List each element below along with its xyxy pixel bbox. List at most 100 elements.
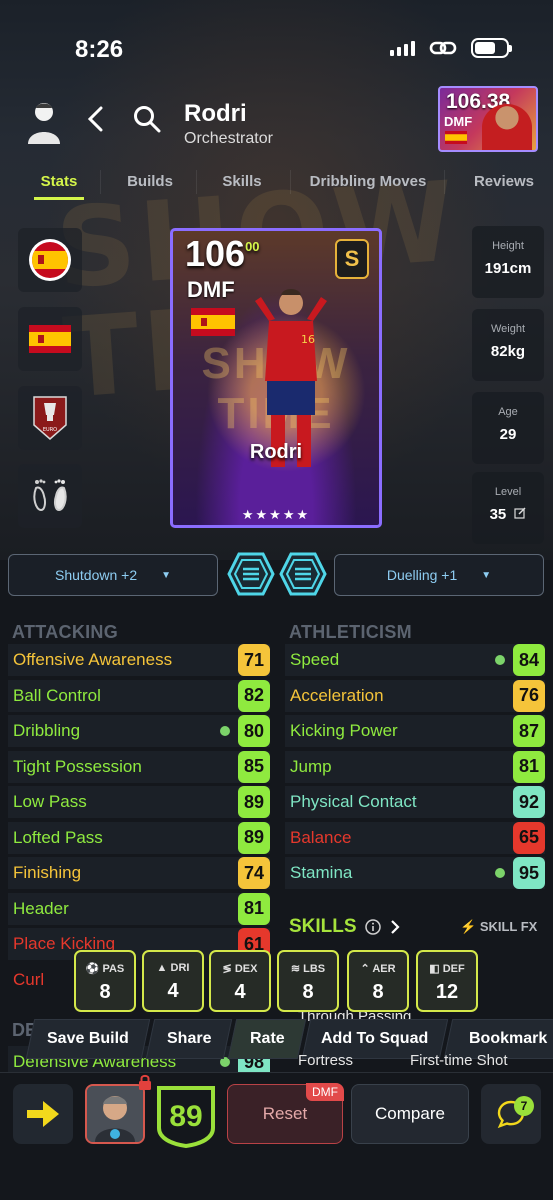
stat-dot: [495, 655, 505, 665]
stat-name: Kicking Power: [290, 721, 398, 740]
rate-button[interactable]: Rate: [227, 1019, 307, 1059]
overlay-key: ≋ LBS: [290, 963, 326, 975]
stat-value: 71: [238, 644, 270, 676]
overlay-pas[interactable]: ⚽ PAS 8: [74, 950, 136, 1012]
level-label: Level: [494, 486, 522, 498]
right-skill-label: Duelling +1: [386, 567, 458, 583]
player-name: Rodri: [184, 100, 247, 127]
skill-fortress[interactable]: Fortress: [298, 1052, 353, 1069]
national-team-tile[interactable]: [18, 307, 82, 371]
age-label: Age: [498, 406, 518, 418]
stat-value: 85: [238, 750, 270, 783]
card-spain-flag-icon: [191, 308, 235, 336]
skills-header[interactable]: SKILLS: [289, 916, 401, 938]
info-icon[interactable]: [364, 919, 381, 935]
overlay-dri[interactable]: ▲ DRI 4: [142, 950, 204, 1012]
stat-row-physical-contact: Physical Contact 92: [285, 786, 545, 818]
stat-name: Finishing: [13, 863, 82, 882]
stat-name: Lofted Pass: [13, 827, 103, 847]
stat-row-header: Header 81: [8, 892, 270, 925]
next-button[interactable]: [13, 1084, 73, 1144]
tab-dribbling-moves[interactable]: Dribbling Moves: [306, 164, 430, 200]
stat-name: Balance: [290, 827, 352, 847]
stat-row-low-pass: Low Pass 89: [8, 786, 270, 818]
skill-fx-button[interactable]: ⚡ SKILL FX: [460, 919, 537, 935]
tab-stats[interactable]: Stats: [34, 164, 84, 200]
card-stars: ★★★★★: [241, 507, 311, 522]
stat-row-balance: Balance 65: [285, 821, 545, 854]
stat-value: 92: [513, 786, 545, 818]
overlay-lbs[interactable]: ≋ LBS 8: [277, 950, 339, 1012]
footedness-tile[interactable]: [18, 464, 82, 528]
status-bar: 8:26: [0, 0, 553, 100]
mini-card-player-image: [482, 104, 532, 150]
height-value: 191cm: [484, 260, 532, 277]
card-position: DMF: [187, 277, 235, 302]
battery-icon: [471, 38, 512, 58]
overlay-value: 8: [372, 981, 384, 1003]
stat-row-dribbling: Dribbling 80: [8, 715, 270, 747]
overlay-def[interactable]: ◧ DEF 12: [416, 950, 478, 1012]
share-button[interactable]: Share: [145, 1019, 233, 1059]
right-skill-selector[interactable]: Duelling +1 ▼: [334, 554, 544, 596]
chevron-right-icon[interactable]: [389, 919, 401, 935]
stat-dot: [495, 868, 505, 878]
overlay-key: ⌃ AER: [360, 963, 396, 975]
overlay-aer[interactable]: ⌃ AER 8: [347, 950, 409, 1012]
reset-label: Reset: [262, 1104, 308, 1123]
left-skill-selector[interactable]: Shutdown +2 ▼: [8, 554, 218, 596]
skill-first-time-shot[interactable]: First-time Shot: [410, 1052, 508, 1069]
tab-skills[interactable]: Skills: [216, 164, 268, 200]
overlay-dex[interactable]: ≶ DEX 4: [209, 950, 271, 1012]
reset-button[interactable]: Reset DMF: [227, 1083, 344, 1144]
coach-avatar[interactable]: [85, 1084, 145, 1144]
height-label: Height: [492, 240, 524, 252]
nationality-tile[interactable]: [18, 228, 82, 292]
overlay-key: ≶ DEX: [222, 963, 258, 975]
edit-icon[interactable]: [514, 507, 526, 519]
stat-name: Tight Possession: [13, 756, 142, 776]
mini-card-position: DMF: [444, 114, 473, 129]
chat-button[interactable]: [481, 1084, 541, 1144]
signal-icon: [390, 40, 415, 56]
overlay-value: 12: [435, 981, 459, 1003]
overlay-value: 8: [302, 981, 314, 1003]
card-rating-value: 106: [185, 233, 246, 274]
attacking-title: ATTACKING: [12, 622, 119, 642]
spain-flag-icon: [445, 131, 467, 144]
tab-builds[interactable]: Builds: [122, 164, 178, 200]
mini-player-card[interactable]: 106.38 DMF: [438, 86, 538, 152]
stat-value: 89: [238, 821, 270, 854]
user-avatar-icon[interactable]: [24, 98, 64, 144]
european-cup-badge-icon: EURO: [33, 396, 67, 440]
svg-text:EURO: EURO: [43, 427, 57, 433]
skills-title: SKILLS: [289, 916, 357, 937]
overall-rating-badge: 89: [157, 1086, 215, 1148]
stat-name: Dribbling: [13, 721, 81, 740]
overall-rating-value: 89: [169, 1100, 202, 1133]
compare-button[interactable]: Compare: [351, 1084, 469, 1144]
status-icons: [390, 38, 512, 58]
level-value-row: 35: [472, 506, 544, 523]
level-tile[interactable]: Level 35: [472, 472, 544, 544]
back-icon[interactable]: [84, 104, 108, 134]
stat-dot: [220, 726, 230, 736]
stat-name: Physical Contact: [290, 792, 417, 811]
reset-position-badge: DMF: [306, 1083, 344, 1101]
booster-right-icon[interactable]: [279, 551, 327, 597]
competition-tile[interactable]: EURO: [18, 386, 82, 450]
overlay-key: ◧ DEF: [429, 963, 465, 975]
stat-row-jump: Jump 81: [285, 750, 545, 783]
tab-reviews[interactable]: Reviews: [470, 164, 538, 200]
left-skill-label: Shutdown +2: [54, 567, 138, 583]
age-tile: Age 29: [472, 392, 544, 464]
height-tile: Height 191cm: [472, 226, 544, 298]
stat-row-tight-possession: Tight Possession 85: [8, 750, 270, 783]
save-build-button[interactable]: Save Build: [25, 1019, 151, 1059]
stat-name: Offensive Awareness: [13, 650, 173, 669]
card-shirt-number: 16: [301, 333, 315, 346]
arrow-right-icon: [27, 1101, 59, 1127]
search-icon[interactable]: [132, 104, 162, 134]
booster-left-icon[interactable]: [227, 551, 275, 597]
player-card[interactable]: SHOWTIME 10600 DMF S 16 Rodri ★★★★★: [170, 228, 382, 528]
